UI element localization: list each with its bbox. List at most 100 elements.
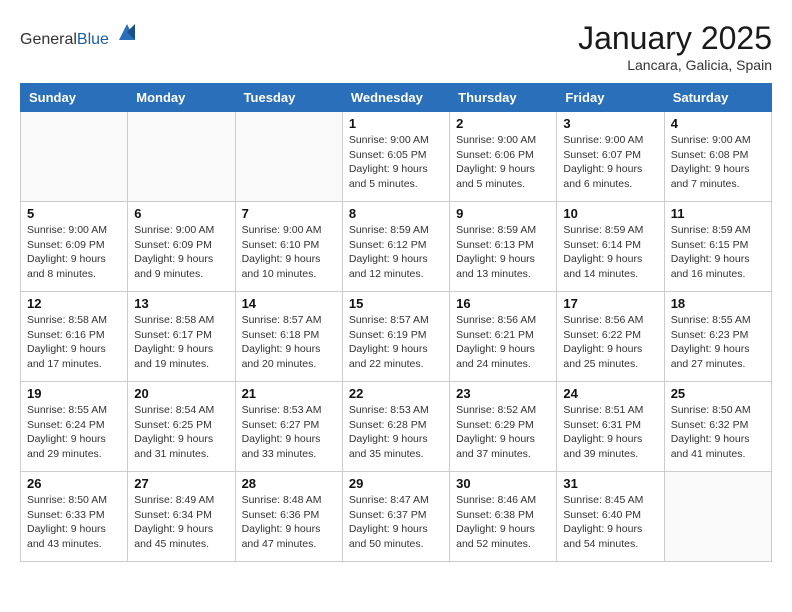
day-info: Sunrise: 8:50 AMSunset: 6:33 PMDaylight:… <box>27 493 121 552</box>
day-cell <box>128 112 235 202</box>
calendar-body: 1Sunrise: 9:00 AMSunset: 6:05 PMDaylight… <box>21 112 772 562</box>
day-number: 27 <box>134 476 228 491</box>
day-info: Sunrise: 8:53 AMSunset: 6:28 PMDaylight:… <box>349 403 443 462</box>
day-number: 2 <box>456 116 550 131</box>
day-info: Sunrise: 8:50 AMSunset: 6:32 PMDaylight:… <box>671 403 765 462</box>
day-cell: 8Sunrise: 8:59 AMSunset: 6:12 PMDaylight… <box>342 202 449 292</box>
day-info: Sunrise: 8:57 AMSunset: 6:18 PMDaylight:… <box>242 313 336 372</box>
day-info: Sunrise: 8:46 AMSunset: 6:38 PMDaylight:… <box>456 493 550 552</box>
page-header: GeneralBlue January 2025 Lancara, Galici… <box>20 20 772 73</box>
day-cell: 21 Sunrise: 8:53 AMSunset: 6:27 PMDayligh… <box>235 382 342 472</box>
day-cell: 6 Sunrise: 9:00 AMSunset: 6:09 PMDaylight… <box>128 202 235 292</box>
day-info: Sunrise: 9:00 AMSunset: 6:07 PMDaylight:… <box>563 133 657 192</box>
day-info: Sunrise: 8:53 AMSunset: 6:27 PMDaylight:… <box>242 403 336 462</box>
day-cell: 10Sunrise: 8:59 AMSunset: 6:14 PMDayligh… <box>557 202 664 292</box>
week-row-0: 1Sunrise: 9:00 AMSunset: 6:05 PMDaylight… <box>21 112 772 202</box>
logo-icon <box>115 20 139 44</box>
weekday-header-row: SundayMondayTuesdayWednesdayThursdayFrid… <box>21 84 772 112</box>
day-cell: 15 Sunrise: 8:57 AMSunset: 6:19 PMDayligh… <box>342 292 449 382</box>
logo-blue-text: Blue <box>77 31 109 48</box>
day-info: Sunrise: 9:00 AMSunset: 6:10 PMDaylight:… <box>242 223 336 282</box>
week-row-3: 19 Sunrise: 8:55 AMSunset: 6:24 PMDayligh… <box>21 382 772 472</box>
day-info: Sunrise: 8:57 AMSunset: 6:19 PMDaylight:… <box>349 313 443 372</box>
weekday-header-wednesday: Wednesday <box>342 84 449 112</box>
day-cell: 31 Sunrise: 8:45 AMSunset: 6:40 PMDayligh… <box>557 472 664 562</box>
calendar-table: SundayMondayTuesdayWednesdayThursdayFrid… <box>20 83 772 562</box>
day-number: 11 <box>671 206 765 221</box>
day-cell <box>21 112 128 202</box>
day-cell: 19 Sunrise: 8:55 AMSunset: 6:24 PMDayligh… <box>21 382 128 472</box>
logo-general-text: General <box>20 31 77 48</box>
day-cell: 23 Sunrise: 8:52 AMSunset: 6:29 PMDayligh… <box>450 382 557 472</box>
day-number: 13 <box>134 296 228 311</box>
day-cell: 24 Sunrise: 8:51 AMSunset: 6:31 PMDayligh… <box>557 382 664 472</box>
logo: GeneralBlue <box>20 20 139 49</box>
day-number: 20 <box>134 386 228 401</box>
day-info: Sunrise: 9:00 AMSunset: 6:09 PMDaylight:… <box>134 223 228 282</box>
day-number: 31 <box>563 476 657 491</box>
day-info: Sunrise: 8:54 AMSunset: 6:25 PMDaylight:… <box>134 403 228 462</box>
day-cell: 1Sunrise: 9:00 AMSunset: 6:05 PMDaylight… <box>342 112 449 202</box>
day-info: Sunrise: 8:51 AMSunset: 6:31 PMDaylight:… <box>563 403 657 462</box>
day-info: Sunrise: 8:59 AMSunset: 6:12 PMDaylight:… <box>349 223 443 282</box>
day-cell: 3 Sunrise: 9:00 AMSunset: 6:07 PMDaylight… <box>557 112 664 202</box>
day-info: Sunrise: 8:55 AMSunset: 6:24 PMDaylight:… <box>27 403 121 462</box>
day-cell: 30 Sunrise: 8:46 AMSunset: 6:38 PMDayligh… <box>450 472 557 562</box>
day-info: Sunrise: 8:56 AMSunset: 6:22 PMDaylight:… <box>563 313 657 372</box>
day-number: 14 <box>242 296 336 311</box>
weekday-header-tuesday: Tuesday <box>235 84 342 112</box>
day-cell: 17 Sunrise: 8:56 AMSunset: 6:22 PMDayligh… <box>557 292 664 382</box>
day-number: 22 <box>349 386 443 401</box>
day-number: 7 <box>242 206 336 221</box>
day-number: 21 <box>242 386 336 401</box>
day-number: 19 <box>27 386 121 401</box>
calendar-subtitle: Lancara, Galicia, Spain <box>578 57 772 73</box>
day-cell: 27 Sunrise: 8:49 AMSunset: 6:34 PMDayligh… <box>128 472 235 562</box>
week-row-4: 26Sunrise: 8:50 AMSunset: 6:33 PMDayligh… <box>21 472 772 562</box>
calendar-title: January 2025 <box>578 20 772 57</box>
day-number: 28 <box>242 476 336 491</box>
day-cell: 22 Sunrise: 8:53 AMSunset: 6:28 PMDayligh… <box>342 382 449 472</box>
day-info: Sunrise: 8:55 AMSunset: 6:23 PMDaylight:… <box>671 313 765 372</box>
day-info: Sunrise: 8:48 AMSunset: 6:36 PMDaylight:… <box>242 493 336 552</box>
day-number: 12 <box>27 296 121 311</box>
day-info: Sunrise: 8:45 AMSunset: 6:40 PMDaylight:… <box>563 493 657 552</box>
title-block: January 2025 Lancara, Galicia, Spain <box>578 20 772 73</box>
weekday-header-monday: Monday <box>128 84 235 112</box>
day-cell: 9 Sunrise: 8:59 AMSunset: 6:13 PMDaylight… <box>450 202 557 292</box>
day-number: 6 <box>134 206 228 221</box>
day-cell: 5Sunrise: 9:00 AMSunset: 6:09 PMDaylight… <box>21 202 128 292</box>
day-cell <box>664 472 771 562</box>
day-cell: 2 Sunrise: 9:00 AMSunset: 6:06 PMDaylight… <box>450 112 557 202</box>
day-info: Sunrise: 8:59 AMSunset: 6:13 PMDaylight:… <box>456 223 550 282</box>
day-number: 3 <box>563 116 657 131</box>
day-number: 30 <box>456 476 550 491</box>
day-info: Sunrise: 9:00 AMSunset: 6:05 PMDaylight:… <box>349 133 443 192</box>
day-cell: 14 Sunrise: 8:57 AMSunset: 6:18 PMDayligh… <box>235 292 342 382</box>
day-cell: 12Sunrise: 8:58 AMSunset: 6:16 PMDayligh… <box>21 292 128 382</box>
day-number: 18 <box>671 296 765 311</box>
day-cell: 11Sunrise: 8:59 AMSunset: 6:15 PMDayligh… <box>664 202 771 292</box>
day-cell: 13 Sunrise: 8:58 AMSunset: 6:17 PMDayligh… <box>128 292 235 382</box>
day-number: 29 <box>349 476 443 491</box>
day-info: Sunrise: 8:56 AMSunset: 6:21 PMDaylight:… <box>456 313 550 372</box>
day-number: 4 <box>671 116 765 131</box>
day-info: Sunrise: 8:49 AMSunset: 6:34 PMDaylight:… <box>134 493 228 552</box>
day-cell: 28 Sunrise: 8:48 AMSunset: 6:36 PMDayligh… <box>235 472 342 562</box>
day-info: Sunrise: 8:59 AMSunset: 6:14 PMDaylight:… <box>563 223 657 282</box>
day-number: 15 <box>349 296 443 311</box>
day-number: 9 <box>456 206 550 221</box>
week-row-2: 12Sunrise: 8:58 AMSunset: 6:16 PMDayligh… <box>21 292 772 382</box>
weekday-header-friday: Friday <box>557 84 664 112</box>
day-info: Sunrise: 8:58 AMSunset: 6:17 PMDaylight:… <box>134 313 228 372</box>
day-cell: 26Sunrise: 8:50 AMSunset: 6:33 PMDayligh… <box>21 472 128 562</box>
week-row-1: 5Sunrise: 9:00 AMSunset: 6:09 PMDaylight… <box>21 202 772 292</box>
day-number: 24 <box>563 386 657 401</box>
day-info: Sunrise: 9:00 AMSunset: 6:08 PMDaylight:… <box>671 133 765 192</box>
day-info: Sunrise: 8:52 AMSunset: 6:29 PMDaylight:… <box>456 403 550 462</box>
day-number: 17 <box>563 296 657 311</box>
day-number: 16 <box>456 296 550 311</box>
weekday-header-saturday: Saturday <box>664 84 771 112</box>
day-info: Sunrise: 9:00 AMSunset: 6:06 PMDaylight:… <box>456 133 550 192</box>
day-number: 23 <box>456 386 550 401</box>
